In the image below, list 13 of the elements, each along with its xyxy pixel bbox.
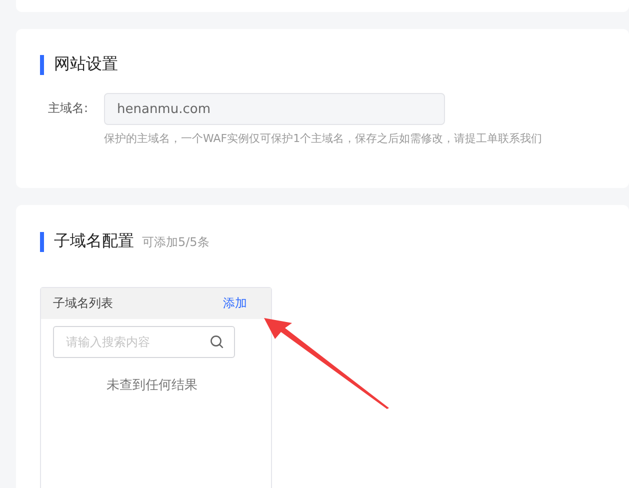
empty-message: 未查到任何结果 xyxy=(106,377,198,394)
section-title: 网站设置 xyxy=(54,54,118,75)
quota-text: 可添加5/5条 xyxy=(142,234,210,251)
list-title: 子域名列表 xyxy=(53,295,113,312)
field-label: 主域名: xyxy=(47,100,90,117)
field-hint: 保护的主域名，一个WAF实例仅可保护1个主域名，保存之后如需修改，请提工单联系我们 xyxy=(104,131,542,146)
search-icon[interactable] xyxy=(210,335,224,349)
domain-input-field[interactable]: henanmu.com xyxy=(104,93,445,125)
title-accent-bar xyxy=(40,54,44,74)
add-link[interactable]: 添加 xyxy=(223,295,247,312)
section-title: 子域名配置 xyxy=(54,231,134,252)
title-accent-bar xyxy=(40,232,44,252)
search-field[interactable]: 请输入搜索内容 xyxy=(53,326,235,358)
